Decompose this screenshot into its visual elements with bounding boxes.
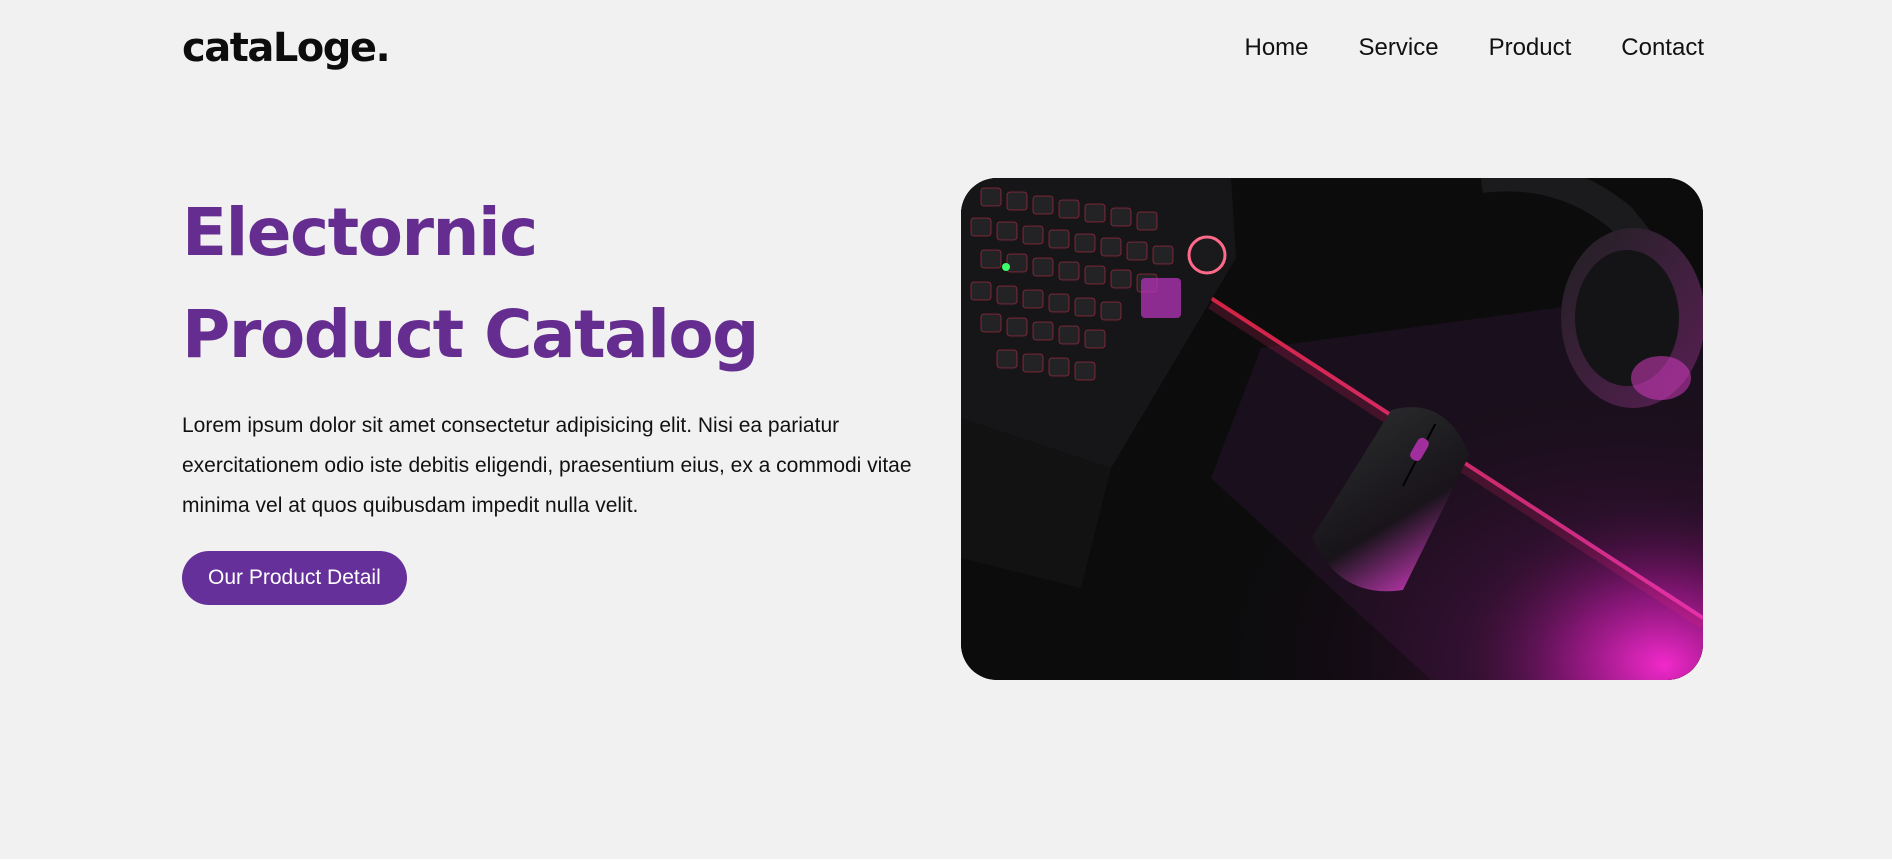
nav-contact-link[interactable]: Contact (1621, 34, 1704, 61)
nav-service-link[interactable]: Service (1359, 34, 1439, 61)
product-detail-button[interactable]: Our Product Detail (182, 551, 407, 605)
main-nav: Home Service Product Contact (1245, 34, 1705, 62)
hero-title: Electornic Product Catalog (182, 182, 942, 386)
hero-title-line-1: Electornic (182, 194, 538, 271)
hero-image (961, 178, 1703, 680)
nav-list: Home Service Product Contact (1245, 34, 1705, 62)
page: cataLoge. Home Service Product Contact E… (0, 0, 1892, 861)
navbar: cataLoge. Home Service Product Contact (182, 20, 1704, 76)
hero-title-line-2: Product Catalog (182, 296, 759, 373)
gaming-setup-illustration (961, 178, 1703, 680)
nav-home-link[interactable]: Home (1245, 34, 1309, 61)
nav-product-link[interactable]: Product (1489, 34, 1572, 61)
hero-description: Lorem ipsum dolor sit amet consectetur a… (182, 414, 912, 517)
logo[interactable]: cataLoge. (182, 25, 391, 71)
hero-text: Electornic Product Catalog Lorem ipsum d… (182, 182, 942, 605)
